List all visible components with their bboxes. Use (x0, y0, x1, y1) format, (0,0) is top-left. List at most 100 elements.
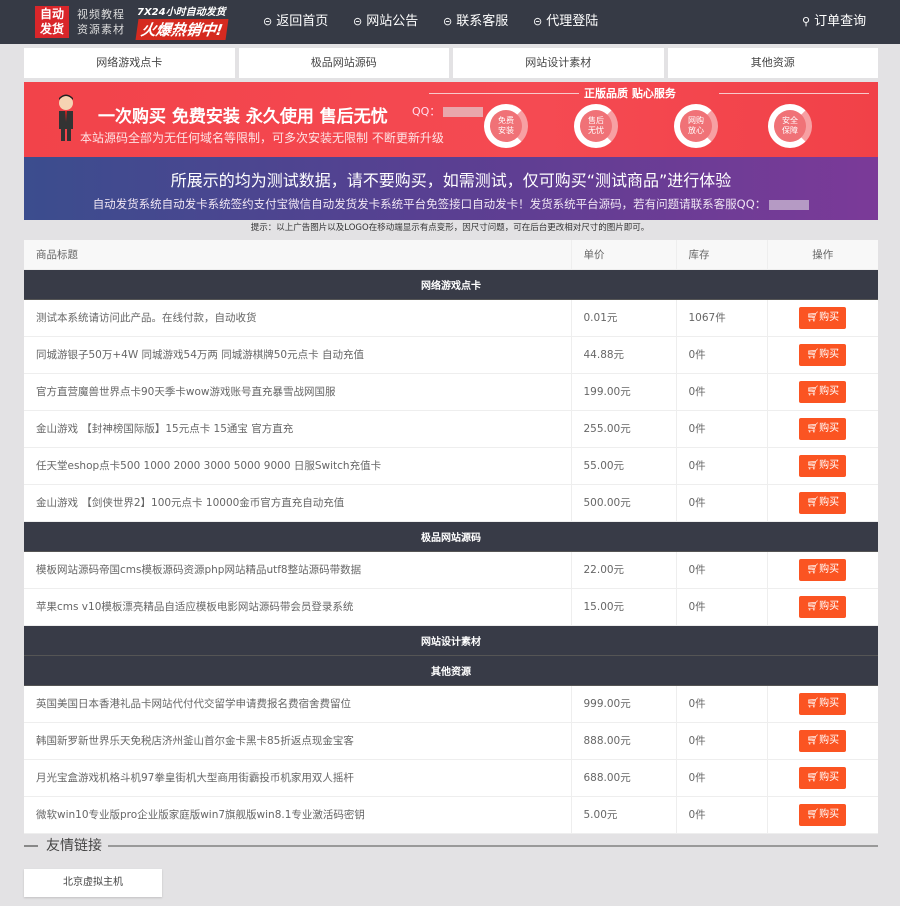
category-tab[interactable]: 网站设计素材 (453, 48, 664, 78)
buy-label: 购买 (819, 697, 840, 709)
action-cell: 🛒︎购买 (766, 685, 878, 723)
ring-label: 安全保障 (782, 116, 798, 135)
buy-label: 购买 (819, 734, 840, 746)
buy-button[interactable]: 🛒︎购买 (799, 454, 847, 477)
buy-button[interactable]: 🛒︎购买 (799, 343, 847, 366)
table-row: 模板网站源码帝国cms模板源码资源php网站精品utf8整站源码带数据 22.00… (24, 551, 878, 589)
cart-icon: 🛒︎ (806, 385, 820, 397)
logo-sub1: 视频教程 (77, 8, 125, 21)
buy-label: 购买 (819, 808, 840, 820)
product-stock: 0件 (675, 336, 767, 374)
logo-sub2: 资源素材 (77, 23, 125, 36)
product-title[interactable]: 金山游戏 【剑侠世界2】100元点卡 10000金币官方直充自动充值 (24, 484, 571, 522)
ad-banner-notice[interactable]: 所展示的均为测试数据，请不要购买，如需测试，仅可购买“测试商品”进行体验 自动发… (24, 157, 878, 220)
cart-icon: 🛒︎ (806, 422, 820, 434)
logo[interactable]: 自动发货 (35, 6, 69, 38)
action-cell: 🛒︎购买 (766, 796, 878, 834)
banner-headline: 一次购买 免费安装 永久使用 售后无忧 (98, 107, 388, 127)
product-title[interactable]: 苹果cms v10模板漂亮精品自适应模板电影网站源码带会员登录系统 (24, 588, 571, 626)
nav-label: 联系客服 (456, 14, 509, 29)
product-stock: 0件 (675, 685, 767, 723)
product-title[interactable]: 韩国新罗新世界乐天免税店济州釜山首尔金卡黑卡85折返点现金宝客 (24, 722, 571, 760)
product-stock: 0件 (675, 796, 767, 834)
product-title[interactable]: 官方直营魔兽世界点卡90天季卡wow游戏账号直充暴雪战网国服 (24, 373, 571, 411)
cart-icon: 🛒︎ (806, 496, 820, 508)
action-cell: 🛒︎购买 (766, 484, 878, 522)
ring-label: 免费安装 (498, 116, 514, 135)
product-stock: 0件 (675, 447, 767, 485)
product-title[interactable]: 测试本系统请访问此产品。在线付款，自动收货 (24, 299, 571, 337)
link-icon: ⊝ (443, 15, 453, 28)
nav-agent-login[interactable]: ⊝ 代理登陆 (533, 0, 598, 44)
cart-icon: 🛒︎ (806, 734, 820, 746)
category-tab[interactable]: 极品网站源码 (238, 48, 449, 78)
category-tab[interactable]: 网络游戏点卡 (24, 48, 235, 78)
table-row: 韩国新罗新世界乐天免税店济州釜山首尔金卡黑卡85折返点现金宝客 888.00元 0件… (24, 722, 878, 760)
action-cell: 🛒︎购买 (766, 336, 878, 374)
buy-button[interactable]: 🛒︎购买 (799, 417, 847, 440)
service-ring: 免费安装 (484, 104, 528, 148)
buy-button[interactable]: 🛒︎购买 (799, 306, 847, 329)
redacted-qq (443, 107, 484, 117)
action-cell: 🛒︎购买 (766, 447, 878, 485)
tip-text: 提示：以上广告图片以及LOGO在移动端显示有点变形，因尺寸问题，可在后台更改相对… (250, 223, 650, 233)
nav-label: 返回首页 (276, 14, 329, 29)
service-title: 正版品质 贴心服务 (584, 87, 676, 100)
table-row: 任天堂eshop点卡500 1000 2000 3000 5000 9000 日… (24, 447, 878, 485)
cart-icon: 🛒︎ (806, 771, 820, 783)
category-name: 网络游戏点卡 (24, 269, 878, 300)
buy-label: 购买 (819, 385, 840, 397)
buy-button[interactable]: 🛒︎购买 (799, 558, 847, 581)
nav-contact[interactable]: ⊝ 联系客服 (443, 0, 508, 44)
product-price: 22.00元 (570, 551, 676, 589)
link-icon: ⊝ (533, 15, 543, 28)
buy-button[interactable]: 🛒︎购买 (799, 380, 847, 403)
nav-announcements[interactable]: ⊝ 网站公告 (353, 0, 418, 44)
category-name: 极品网站源码 (24, 521, 878, 552)
buy-label: 购买 (819, 771, 840, 783)
promo-line1: 7X24小时自动发货 (137, 7, 226, 18)
category-name: 网站设计素材 (24, 625, 878, 656)
nav-home[interactable]: ⊝ 返回首页 (263, 0, 328, 44)
table-row: 月光宝盒游戏机格斗机97拳皇街机大型商用街霸投币机家用双人摇杆 688.00元 0件… (24, 759, 878, 797)
product-title[interactable]: 微软win10专业版pro企业版家庭版win7旗舰版win8.1专业激活码密钥 (24, 796, 571, 834)
product-stock: 0件 (675, 373, 767, 411)
ring-label: 网购放心 (688, 116, 704, 135)
divider (24, 845, 38, 847)
buy-button[interactable]: 🛒︎购买 (799, 595, 847, 618)
friend-link[interactable]: 北京虚拟主机 (24, 869, 162, 897)
buy-button[interactable]: 🛒︎购买 (799, 491, 847, 514)
product-stock: 0件 (675, 759, 767, 797)
link-icon: ⊝ (263, 15, 273, 28)
category-tab[interactable]: 其他资源 (667, 48, 878, 78)
product-title[interactable]: 任天堂eshop点卡500 1000 2000 3000 5000 9000 日… (24, 447, 571, 485)
product-title[interactable]: 金山游戏 【封神榜国际版】15元点卡 15通宝 官方直充 (24, 410, 571, 448)
ad-banner-top[interactable]: 一次购买 免费安装 永久使用 售后无忧 QQ： 本站源码全部为无任何域名等限制，… (24, 82, 878, 157)
buy-button[interactable]: 🛒︎购买 (799, 692, 847, 715)
logo-subtitle: 视频教程 资源素材 (77, 7, 125, 37)
product-title[interactable]: 同城游银子50万+4W 同城游戏54万两 同城游棋牌50元点卡 自动充值 (24, 336, 571, 374)
cart-icon: 🛒︎ (806, 563, 820, 575)
product-stock: 0件 (675, 410, 767, 448)
product-price: 55.00元 (570, 447, 676, 485)
banner-qq: QQ： (412, 103, 484, 119)
action-cell: 🛒︎购买 (766, 759, 878, 797)
action-cell: 🛒︎购买 (766, 722, 878, 760)
qq-label: QQ： (412, 105, 441, 118)
buy-label: 购买 (819, 600, 840, 612)
buy-label: 购买 (819, 459, 840, 471)
product-title[interactable]: 英国美国日本香港礼品卡网站代付代交留学申请费报名费宿舍费留位 (24, 685, 571, 723)
order-query-link[interactable]: ⚲ 订单查询 (802, 0, 866, 44)
product-stock: 0件 (675, 722, 767, 760)
buy-button[interactable]: 🛒︎购买 (799, 729, 847, 752)
cart-icon: 🛒︎ (806, 459, 820, 471)
buy-button[interactable]: 🛒︎购买 (799, 766, 847, 789)
action-cell: 🛒︎购买 (766, 410, 878, 448)
product-price: 44.88元 (570, 336, 676, 374)
table-header: 商品标题 单价 库存 操作 (24, 240, 878, 270)
buy-button[interactable]: 🛒︎购买 (799, 803, 847, 826)
buy-label: 购买 (819, 496, 840, 508)
product-title[interactable]: 模板网站源码帝国cms模板源码资源php网站精品utf8整站源码带数据 (24, 551, 571, 589)
product-title[interactable]: 月光宝盒游戏机格斗机97拳皇街机大型商用街霸投币机家用双人摇杆 (24, 759, 571, 797)
table-row: 金山游戏 【剑侠世界2】100元点卡 10000金币官方直充自动充值 500.00… (24, 484, 878, 522)
